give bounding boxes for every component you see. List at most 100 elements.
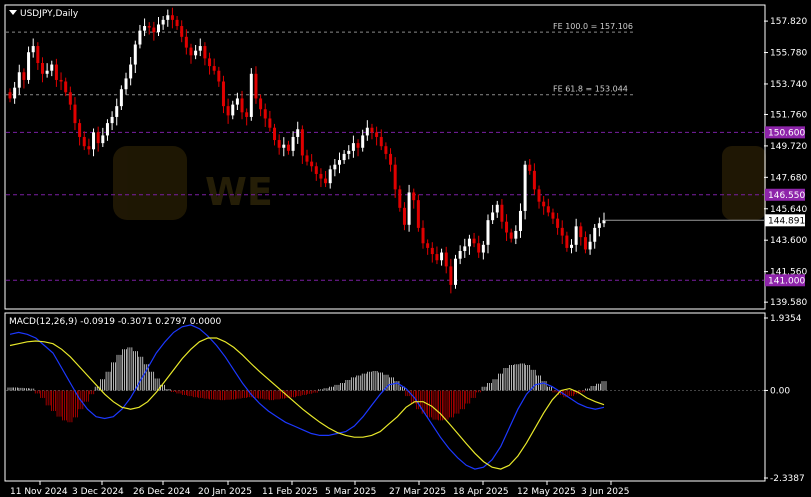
price-tick-label: 149.720 [770,142,807,152]
candle-body [82,136,86,147]
usdjpy-chart[interactable]: WE USDJPY,Daily FE 100.0 = 157.106 FE 61.… [0,0,811,497]
candle-body [36,46,40,64]
candle-body [226,106,230,116]
candle-body [393,164,397,190]
macd-tick-label: 0.00 [770,386,790,396]
candle-body [249,73,253,117]
candle-body [361,135,365,148]
level-price-label: 150.600 [768,128,805,138]
candle-body [161,19,165,25]
candle-body [458,250,462,259]
price-tick-label: 155.780 [770,49,807,59]
candle-body [514,230,518,239]
fib-label: FE 61.8 = 153.044 [553,85,628,94]
candle-body [115,106,119,117]
candle-body [426,243,430,248]
candle-body [64,81,68,93]
date-tick-label: 11 Feb 2025 [262,487,318,497]
candle-body [375,132,379,137]
candle-body [384,146,388,154]
candle-body [184,36,188,48]
candle-body [398,189,402,208]
candle-body [133,44,137,65]
date-tick-label: 26 Dec 2024 [133,487,191,497]
candle-body [87,146,91,150]
price-tick-label: 139.580 [770,298,807,308]
candle-body [194,50,198,56]
candle-body [78,123,82,137]
candle-body [203,46,207,59]
price-tick-label: 157.820 [770,17,807,27]
candle-body [166,15,170,20]
price-tick-label: 147.680 [770,173,807,183]
candle-body [189,47,193,56]
candle-body [333,164,337,170]
candle-body [597,223,601,228]
candle-body [351,143,355,151]
candle-body [435,254,439,261]
candle-body [579,226,583,238]
candle-body [593,227,597,242]
candle-body [22,72,26,80]
candle-body [491,212,495,221]
candle-body [96,132,100,144]
candle-body [17,72,21,88]
candle-body [440,252,444,261]
candle-body [245,112,249,117]
candle-body [212,66,216,71]
candle-body [402,207,406,225]
candle-body [444,252,448,267]
candle-body [152,27,156,33]
candle-body [370,127,374,133]
candle-body [198,46,202,51]
candle-body [342,153,346,161]
candle-body [240,98,244,113]
date-tick-label: 11 Nov 2024 [10,487,68,497]
price-tick-label: 143.600 [770,236,807,246]
candle-body [528,164,532,171]
current-price-label: 144.891 [768,216,805,226]
candle-body [217,70,221,82]
candle-body [291,136,295,151]
candle-body [208,58,212,67]
candle-body [101,135,105,144]
candle-body [421,227,425,244]
svg-text:WE: WE [205,170,273,214]
candle-body [389,153,393,165]
symbol-label: USDJPY,Daily [20,9,79,19]
candle-body [105,123,109,136]
candle-body [467,238,471,247]
candle-body [505,221,509,233]
price-tick-label: 145.640 [770,205,807,215]
candle-body [221,81,225,107]
date-tick-label: 18 Apr 2025 [453,487,509,497]
candle-body [449,266,453,285]
candle-body [518,210,522,231]
candle-body [231,104,235,116]
candle-body [509,232,513,239]
candle-body [31,46,35,53]
candle-body [472,238,476,244]
fib-label: FE 100.0 = 157.106 [553,22,633,31]
candle-body [296,129,300,137]
candle-body [542,201,546,207]
candle-body [523,164,527,211]
candle-body [347,150,351,154]
candle-body [235,98,239,105]
candle-body [588,241,592,250]
candle-body [50,64,54,71]
candle-body [583,237,587,250]
candle-body [259,98,263,110]
candle-body [430,247,434,255]
candle-body [300,129,304,156]
macd-label: MACD(12,26,9) -0.0919 -0.3071 0.2797 0.0… [9,317,222,327]
candle-body [157,24,160,33]
candle-body [454,258,457,285]
price-tick-label: 153.740 [770,80,807,90]
candle-body [560,227,564,236]
date-tick-label: 3 Dec 2024 [72,487,124,497]
candle-body [138,30,142,45]
candle-body [180,26,184,37]
candle-body [379,136,383,147]
candle-body [412,192,416,201]
